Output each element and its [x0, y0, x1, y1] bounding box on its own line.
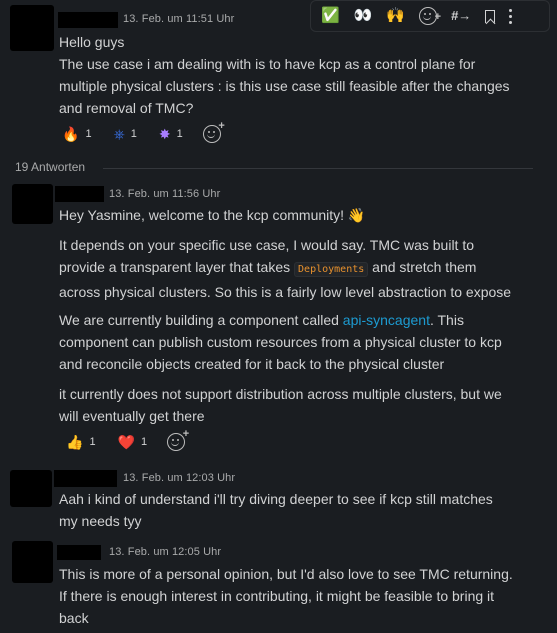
- reaction-kubernetes[interactable]: ⎈ 1: [114, 123, 137, 145]
- message-body: Hello guys The use case i am dealing wit…: [59, 31, 510, 119]
- reaction-count: 1: [130, 128, 137, 140]
- message-paragraph: It depends on your specific use case, I …: [59, 234, 511, 303]
- avatar[interactable]: [12, 541, 53, 583]
- divider: [103, 168, 533, 169]
- message-line: and reconcile objects created for it bac…: [59, 356, 445, 372]
- message-line: If there is enough interest in contribut…: [59, 588, 495, 604]
- add-reaction-icon[interactable]: +: [167, 428, 189, 451]
- sender-name-redacted[interactable]: [58, 12, 118, 28]
- replies-count: 19 Antworten: [15, 160, 86, 174]
- message-line: The use case i am dealing with is to hav…: [59, 56, 476, 72]
- message-body: Aah i kind of understand i'll try diving…: [59, 488, 493, 532]
- message-body: This is more of a personal opinion, but …: [59, 563, 513, 629]
- reaction-count: 1: [89, 436, 96, 448]
- message-line: and removal of TMC?: [59, 100, 194, 116]
- reactions-bar: 👍 1 ❤️ 1 +: [66, 428, 189, 453]
- sender-name-redacted[interactable]: [57, 545, 101, 560]
- message-line: component can publish custom resources f…: [59, 334, 502, 350]
- avatar[interactable]: [12, 184, 53, 224]
- inline-code: Deployments: [294, 262, 369, 277]
- message-line: will eventually get there: [59, 408, 205, 424]
- message-greeting: Hey Yasmine, welcome to the kcp communit…: [59, 207, 366, 223]
- kubernetes-icon: ⎈: [113, 126, 125, 142]
- message-timestamp[interactable]: 13. Feb. um 12:03 Uhr: [123, 472, 235, 484]
- message-text: We are currently building a component ca…: [59, 312, 339, 328]
- message-line: Hello guys: [59, 34, 125, 50]
- avatar[interactable]: [10, 470, 52, 507]
- message-line: it currently does not support distributi…: [59, 386, 502, 402]
- reaction-thumbs-up[interactable]: 👍 1: [66, 431, 96, 453]
- message-timestamp[interactable]: 13. Feb. um 11:56 Uhr: [109, 188, 220, 200]
- helm-icon: ✸: [158, 126, 171, 142]
- reaction-heart[interactable]: ❤️ 1: [118, 431, 148, 453]
- heart-icon: ❤️: [117, 434, 135, 450]
- reaction-fire[interactable]: 🔥 1: [62, 123, 92, 145]
- react-eyes-button[interactable]: 👀: [354, 1, 373, 31]
- message-paragraph: it currently does not support distributi…: [59, 383, 502, 427]
- sender-name-redacted[interactable]: [55, 186, 104, 202]
- more-vertical-icon: [509, 8, 513, 24]
- message-text: provide a transparent layer that takes: [59, 259, 291, 275]
- react-check-button[interactable]: ✅: [321, 1, 340, 31]
- message-line: multiple physical clusters : is this use…: [59, 78, 510, 94]
- api-syncagent-link[interactable]: api-syncagent: [343, 312, 430, 328]
- react-raised-hands-button[interactable]: 🙌: [386, 1, 405, 31]
- sender-name-redacted[interactable]: [54, 470, 117, 487]
- message-timestamp[interactable]: 13. Feb. um 11:51 Uhr: [123, 13, 234, 25]
- reaction-count: 1: [85, 128, 92, 140]
- reaction-count: 1: [141, 436, 148, 448]
- message-text: . This: [429, 312, 464, 328]
- message-line: my needs tyy: [59, 513, 142, 529]
- fire-icon: 🔥: [62, 126, 80, 142]
- add-reaction-button[interactable]: +: [419, 1, 441, 31]
- message-line: We are currently building a component ca…: [59, 309, 502, 331]
- save-message-button[interactable]: [485, 1, 496, 31]
- avatar[interactable]: [10, 5, 54, 51]
- message-line: Aah i kind of understand i'll try diving…: [59, 491, 493, 507]
- reaction-count: 1: [176, 128, 183, 140]
- message-paragraph: We are currently building a component ca…: [59, 309, 502, 375]
- add-reaction-icon[interactable]: +: [202, 120, 225, 143]
- reply-in-thread-button[interactable]: #→: [451, 1, 471, 31]
- message-line: It depends on your specific use case, I …: [59, 237, 475, 253]
- thumbs-up-icon: 👍: [66, 434, 84, 450]
- more-actions-button[interactable]: [509, 1, 513, 31]
- message-timestamp[interactable]: 13. Feb. um 12:05 Uhr: [109, 546, 221, 558]
- message-text: and stretch them: [372, 259, 477, 275]
- message-actions-toolbar: ✅ 👀 🙌 + #→: [310, 0, 550, 32]
- add-reaction-icon: +: [419, 7, 441, 25]
- message-line: across physical clusters. So this is a f…: [59, 284, 512, 300]
- message-line: This is more of a personal opinion, but …: [59, 566, 513, 582]
- reaction-helm[interactable]: ✸ 1: [159, 123, 183, 145]
- message-line: back: [59, 610, 89, 626]
- bookmark-icon: [485, 9, 496, 23]
- message-line: provide a transparent layer that takes D…: [59, 256, 511, 281]
- reactions-bar: 🔥 1 ⎈ 1 ✸ 1 +: [62, 120, 225, 145]
